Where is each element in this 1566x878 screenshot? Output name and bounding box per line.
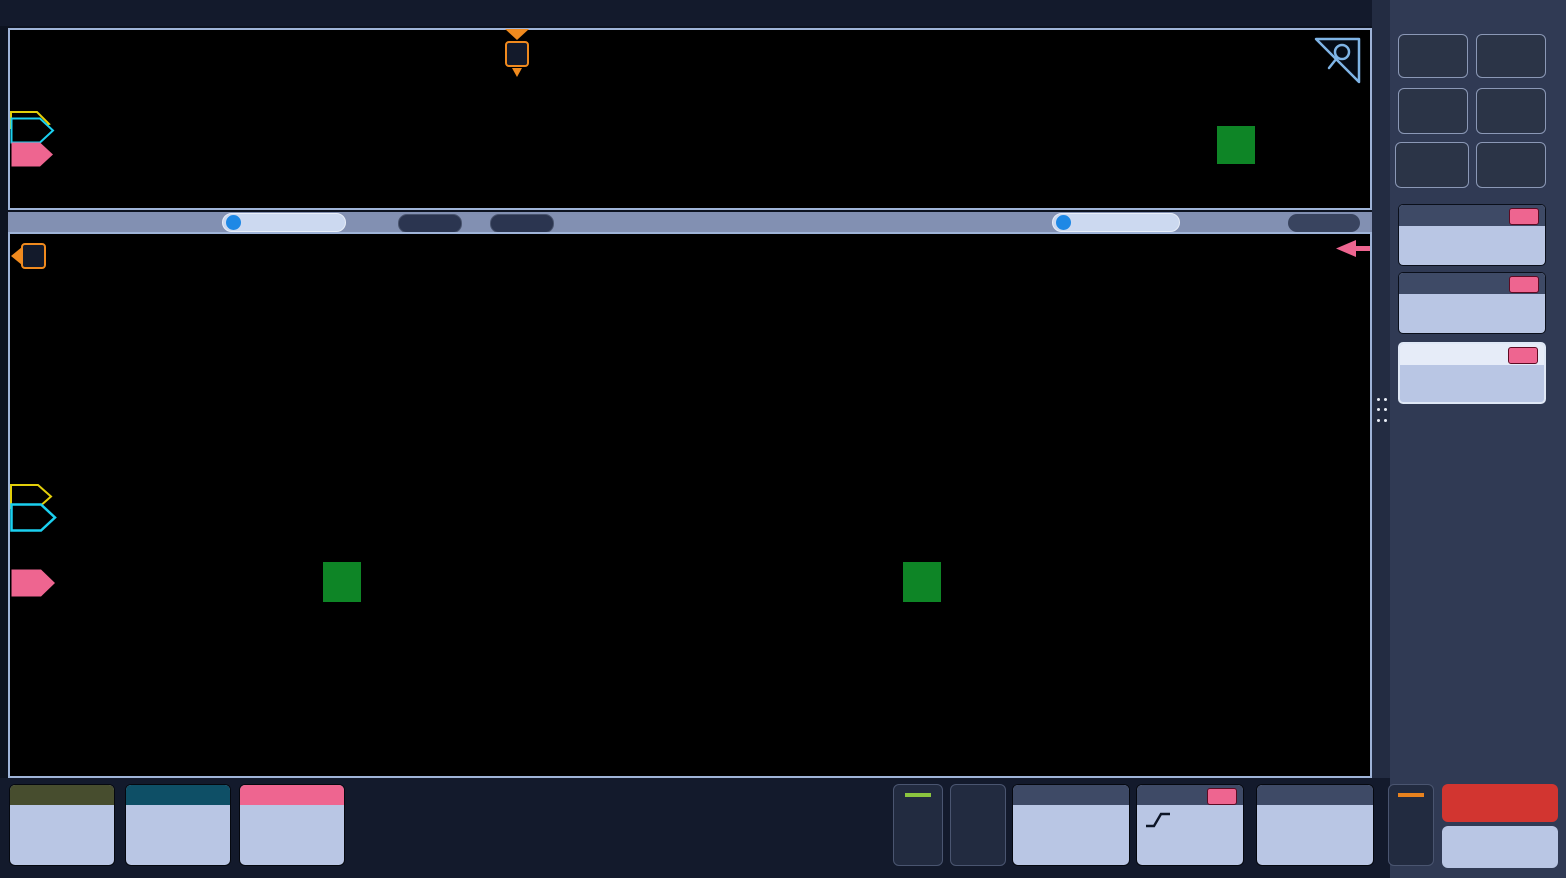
trigger-level-arrow-icon[interactable] [1336,240,1370,258]
overview-channel-tag-c2[interactable] [10,117,56,144]
channel-tag-c2[interactable] [10,503,58,532]
acquisition-badge-header [1257,785,1373,805]
search-button[interactable] [1398,88,1468,134]
annotation-label-t1 [323,562,361,602]
scale-label-2 [1240,361,1352,379]
ch3-bandwidth [247,806,344,825]
annotation-label-t3 [1217,126,1255,164]
rising-edge-icon [1145,811,1171,829]
ch4-color-stripe-icon [905,793,931,797]
scale-label-5 [1240,565,1352,583]
acquisition-badge[interactable] [1256,784,1374,866]
ch3-badge-header [240,785,344,805]
channel-tag-c3[interactable] [10,568,58,598]
main-graticule[interactable] [8,232,1372,778]
trigger-badge-header [1137,785,1243,805]
trigger-badge[interactable] [1136,784,1244,866]
results-table-button[interactable] [1476,88,1546,134]
source-channel-chip [1508,347,1538,364]
add-math-ref-bus-button[interactable] [950,784,1006,866]
preview-button[interactable] [1442,784,1558,822]
zoom-in-button[interactable] [398,214,462,233]
draw-a-box-zoom-button[interactable] [1395,142,1469,188]
rf-button[interactable] [1388,784,1434,866]
measurement-badge-header [1400,344,1544,365]
source-channel-chip [1509,276,1539,293]
zoom-close-button[interactable] [1288,214,1360,232]
rf-color-stripe-icon [1398,793,1424,797]
horizontal-badge-header [1013,785,1129,805]
zoom-scale-control[interactable] [222,213,346,232]
scale-label-4 [1240,497,1352,515]
knob-a-icon [226,215,241,230]
measurement-badge-header [1399,205,1545,226]
overview-waveforms [10,30,1370,208]
panel-divider-strip [1372,0,1390,878]
datetime-display [1442,826,1558,868]
zoom-control-bar [8,212,1372,234]
ch1-bandwidth [17,806,114,825]
horizontal-badge[interactable] [1012,784,1130,866]
zoom-out-button[interactable] [490,214,554,233]
scale-label-6 [1240,633,1352,651]
scale-label-1 [1240,293,1352,311]
source-channel-chip [1509,208,1539,225]
trigger-source-chip [1207,788,1237,805]
knob-b-icon [1056,215,1071,230]
ch1-badge-header [10,785,114,805]
oscilloscope-screen [0,0,1566,878]
ch4-button[interactable] [893,784,943,866]
menu-bar [0,0,1390,26]
overview-channel-tag-c3[interactable] [10,141,56,168]
ch2-badge[interactable] [125,784,231,866]
measurement-badge-7[interactable] [1398,272,1546,334]
scale-label-7 [1240,701,1352,719]
zoom-position-control[interactable] [1052,213,1180,232]
scale-label-3 [1240,429,1352,447]
measurement-badge-1[interactable] [1398,204,1546,266]
main-waveforms [10,234,1370,776]
ch1-badge[interactable] [9,784,115,866]
more-button[interactable] [1476,142,1546,188]
measure-button[interactable] [1476,34,1546,78]
ch3-badge[interactable] [239,784,345,866]
trigger-offscreen-marker-icon[interactable] [10,242,48,270]
drag-handle-icon[interactable] [1377,398,1387,426]
annotation-label-t2 [903,562,941,602]
cursors-button[interactable] [1398,34,1468,78]
ch2-bandwidth [133,806,230,825]
ch2-badge-header [126,785,230,805]
waveform-overview-panel[interactable] [8,28,1372,210]
measurement-badge-8-selected[interactable] [1398,342,1546,404]
trigger-position-marker-icon[interactable] [503,29,531,83]
measurement-badge-header [1399,273,1545,294]
zoom-magnifier-icon[interactable] [1313,36,1363,86]
